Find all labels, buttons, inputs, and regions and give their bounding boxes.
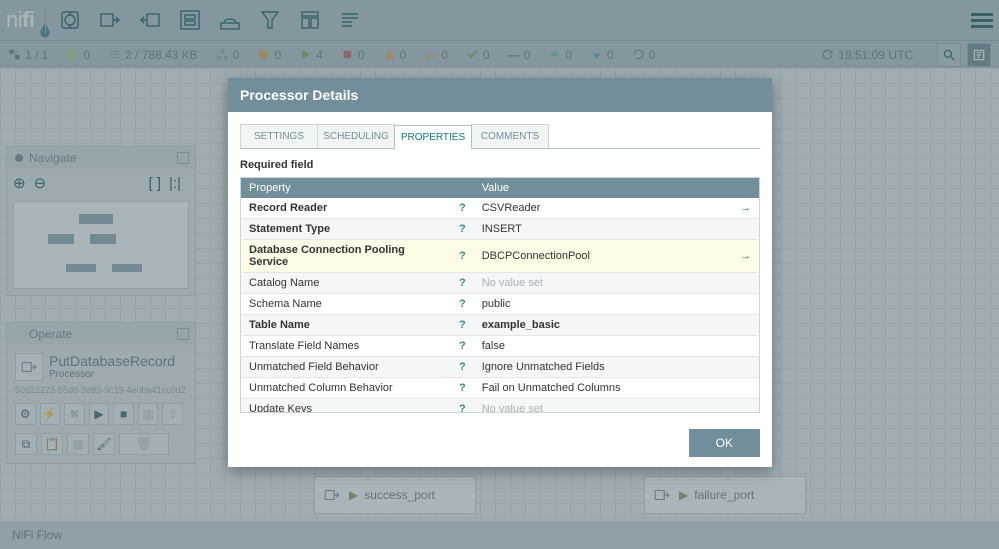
goto-service-icon[interactable]: →	[732, 198, 759, 219]
tab-settings[interactable]: SETTINGS	[240, 124, 318, 148]
dialog-tabs: SETTINGS SCHEDULING PROPERTIES COMMENTS	[240, 124, 760, 149]
property-name: Statement Type	[241, 219, 451, 240]
property-row[interactable]: Translate Field Names?false	[241, 336, 759, 357]
property-row[interactable]: Update Keys?No value set	[241, 399, 759, 414]
goto-service-icon	[732, 294, 759, 315]
property-value: No value set	[474, 273, 732, 294]
property-name: Update Keys	[241, 399, 451, 414]
property-row[interactable]: Record Reader?CSVReader→	[241, 198, 759, 219]
ok-button[interactable]: OK	[689, 429, 760, 457]
property-name: Catalog Name	[241, 273, 451, 294]
property-value: INSERT	[474, 219, 732, 240]
property-name: Unmatched Field Behavior	[241, 357, 451, 378]
property-row[interactable]: Schema Name?public	[241, 294, 759, 315]
property-name: Translate Field Names	[241, 336, 451, 357]
help-icon[interactable]: ?	[451, 336, 474, 357]
property-table: Property Value Record Reader?CSVReader→S…	[241, 178, 759, 413]
property-row[interactable]: Catalog Name?No value set	[241, 273, 759, 294]
property-name: Database Connection Pooling Service	[241, 240, 451, 273]
property-row[interactable]: Database Connection Pooling Service?DBCP…	[241, 240, 759, 273]
property-row[interactable]: Unmatched Column Behavior?Fail on Unmatc…	[241, 378, 759, 399]
tab-properties[interactable]: PROPERTIES	[394, 125, 472, 149]
help-icon[interactable]: ?	[451, 378, 474, 399]
help-icon[interactable]: ?	[451, 315, 474, 336]
help-icon[interactable]: ?	[451, 240, 474, 273]
property-value: CSVReader	[474, 198, 732, 219]
goto-service-icon	[732, 336, 759, 357]
property-value: public	[474, 294, 732, 315]
processor-details-dialog: Processor Details SETTINGS SCHEDULING PR…	[228, 78, 772, 467]
help-icon[interactable]: ?	[451, 273, 474, 294]
property-value: No value set	[474, 399, 732, 414]
help-icon[interactable]: ?	[451, 357, 474, 378]
tab-scheduling[interactable]: SCHEDULING	[317, 124, 395, 148]
property-value: Fail on Unmatched Columns	[474, 378, 732, 399]
property-value: false	[474, 336, 732, 357]
goto-service-icon	[732, 378, 759, 399]
help-icon[interactable]: ?	[451, 219, 474, 240]
property-name: Table Name	[241, 315, 451, 336]
property-name: Record Reader	[241, 198, 451, 219]
property-row[interactable]: Statement Type?INSERT	[241, 219, 759, 240]
help-icon[interactable]: ?	[451, 399, 474, 414]
property-row[interactable]: Unmatched Field Behavior?Ignore Unmatche…	[241, 357, 759, 378]
required-field-label: Required field	[240, 159, 760, 171]
col-value: Value	[474, 178, 759, 198]
goto-service-icon	[732, 219, 759, 240]
property-name: Unmatched Column Behavior	[241, 378, 451, 399]
goto-service-icon	[732, 273, 759, 294]
dialog-title: Processor Details	[228, 78, 772, 112]
goto-service-icon[interactable]: →	[732, 240, 759, 273]
property-value: Ignore Unmatched Fields	[474, 357, 732, 378]
goto-service-icon	[732, 399, 759, 414]
col-property: Property	[241, 178, 474, 198]
goto-service-icon	[732, 357, 759, 378]
property-name: Schema Name	[241, 294, 451, 315]
property-value: example_basic	[474, 315, 732, 336]
tab-comments[interactable]: COMMENTS	[471, 124, 549, 148]
help-icon[interactable]: ?	[451, 198, 474, 219]
help-icon[interactable]: ?	[451, 294, 474, 315]
property-value: DBCPConnectionPool	[474, 240, 732, 273]
property-table-container: Property Value Record Reader?CSVReader→S…	[240, 177, 760, 413]
property-row[interactable]: Table Name?example_basic	[241, 315, 759, 336]
goto-service-icon	[732, 315, 759, 336]
